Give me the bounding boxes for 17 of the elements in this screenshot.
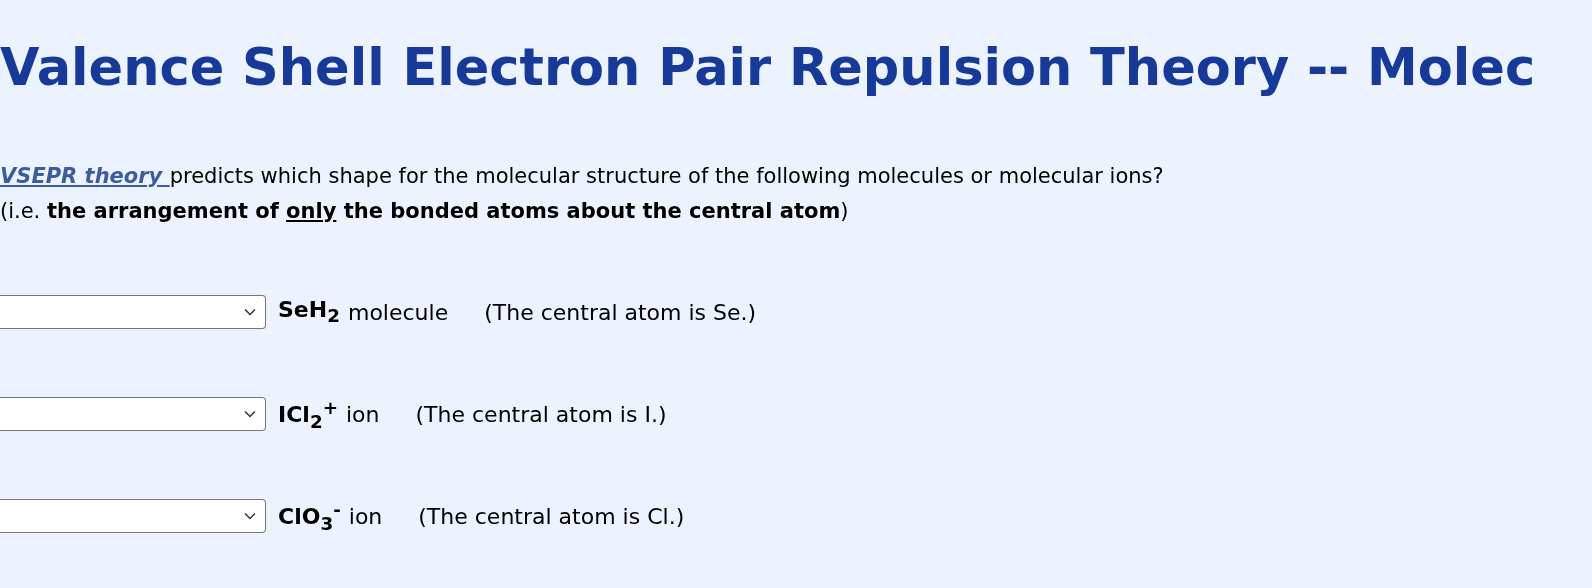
answer-dropdown[interactable] [0, 397, 266, 431]
caret-icon [244, 410, 256, 418]
formula-label: SeH$_{2}$ [278, 297, 340, 327]
hint-text: (The central atom is I.) [415, 401, 667, 427]
caret-icon [244, 308, 256, 316]
species-label: molecule [347, 299, 449, 325]
vsepr-theory-link[interactable]: VSEPR theory [0, 164, 170, 188]
answer-dropdown[interactable] [0, 499, 266, 533]
clarification-text: (i.e. the arrangement of only the bonded atoms about the central atom) [0, 198, 849, 225]
caret-icon [244, 512, 256, 520]
hint-text: (The central atom is Cl.) [418, 503, 685, 529]
hint-text: (The central atom is Se.) [484, 299, 757, 325]
species-label: ion [348, 503, 383, 529]
answer-dropdown[interactable] [0, 295, 266, 329]
species-label: ion [346, 401, 380, 427]
question-text: VSEPR theory predicts which shape for the molecular structure of the following molecules or molecular ions? [0, 163, 1164, 190]
page-title: Valence Shell Electron Pair Repulsion Theory -- Molec [0, 37, 1536, 97]
